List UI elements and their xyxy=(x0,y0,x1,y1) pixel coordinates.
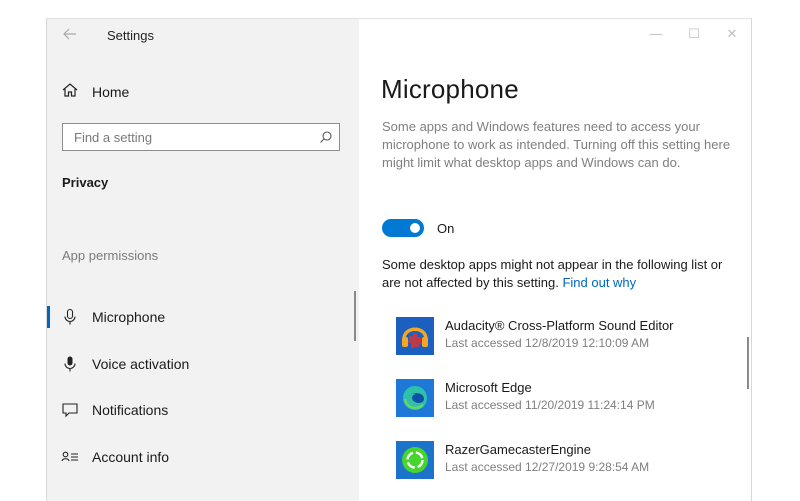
desktop-apps-note: Some desktop apps might not appear in th… xyxy=(382,256,732,292)
app-title: Settings xyxy=(107,28,154,43)
app-list-item: Microsoft Edge Last accessed 11/20/2019 … xyxy=(396,379,726,419)
app-last-accessed: Last accessed 11/20/2019 11:24:14 PM xyxy=(445,398,655,412)
app-last-accessed: Last accessed 12/8/2019 12:10:09 AM xyxy=(445,336,650,350)
voice-activation-icon xyxy=(61,355,79,373)
page-description: Some apps and Windows features need to a… xyxy=(382,119,731,170)
home-nav-item[interactable]: Home xyxy=(61,80,129,104)
microphone-icon xyxy=(61,308,79,326)
sidebar-item-account-info[interactable]: Account info xyxy=(47,442,359,472)
sidebar-item-label: Notifications xyxy=(92,402,169,418)
sidebar-item-microphone[interactable]: Microphone xyxy=(47,302,359,332)
toggle-knob xyxy=(410,223,420,233)
sidebar-item-label: Voice activation xyxy=(92,356,190,372)
edge-icon xyxy=(396,379,434,417)
app-name: RazerGamecasterEngine xyxy=(445,442,591,457)
audacity-icon xyxy=(396,317,434,355)
sidebar-item-voice-activation[interactable]: Voice activation xyxy=(47,349,359,379)
sidebar: Settings Home Find a setting Privacy App… xyxy=(47,19,359,501)
settings-window: Settings Home Find a setting Privacy App… xyxy=(46,18,752,501)
app-name: Microsoft Edge xyxy=(445,380,532,395)
account-info-icon xyxy=(61,448,79,466)
search-input[interactable]: Find a setting xyxy=(62,123,340,151)
home-label: Home xyxy=(92,84,130,100)
app-list-item: Audacity® Cross-Platform Sound Editor La… xyxy=(396,317,726,357)
razer-icon xyxy=(396,441,434,479)
app-list-item: RazerGamecasterEngine Last accessed 12/2… xyxy=(396,441,726,481)
sidebar-scrollbar[interactable] xyxy=(354,291,356,341)
microphone-access-toggle[interactable] xyxy=(382,219,424,237)
toggle-state-label: On xyxy=(437,221,455,236)
main-scrollbar[interactable] xyxy=(747,337,749,389)
search-icon[interactable] xyxy=(319,130,333,144)
section-heading-app-permissions: App permissions xyxy=(62,248,159,263)
maximize-icon[interactable]: ☐ xyxy=(685,27,703,41)
find-out-why-link[interactable]: Find out why xyxy=(562,275,636,290)
back-arrow-icon[interactable] xyxy=(61,25,79,43)
sidebar-item-label: Account info xyxy=(92,449,170,465)
app-name: Audacity® Cross-Platform Sound Editor xyxy=(445,318,674,333)
note-text: Some desktop apps might not appear in th… xyxy=(382,257,723,290)
home-icon xyxy=(61,81,79,104)
sidebar-item-notifications[interactable]: Notifications xyxy=(47,395,359,425)
search-placeholder: Find a setting xyxy=(74,130,153,145)
active-indicator xyxy=(47,306,50,328)
section-heading-privacy: Privacy xyxy=(62,175,109,190)
main-content: — ☐ ✕ Microphone Some apps and Windows f… xyxy=(359,19,751,501)
page-title: Microphone xyxy=(381,74,519,104)
notifications-icon xyxy=(61,401,79,419)
sidebar-item-label: Microphone xyxy=(92,309,166,325)
minimize-icon[interactable]: — xyxy=(647,27,665,41)
close-icon[interactable]: ✕ xyxy=(723,27,741,41)
app-last-accessed: Last accessed 12/27/2019 9:28:54 AM xyxy=(445,460,650,474)
window-controls: — ☐ ✕ xyxy=(647,27,741,41)
